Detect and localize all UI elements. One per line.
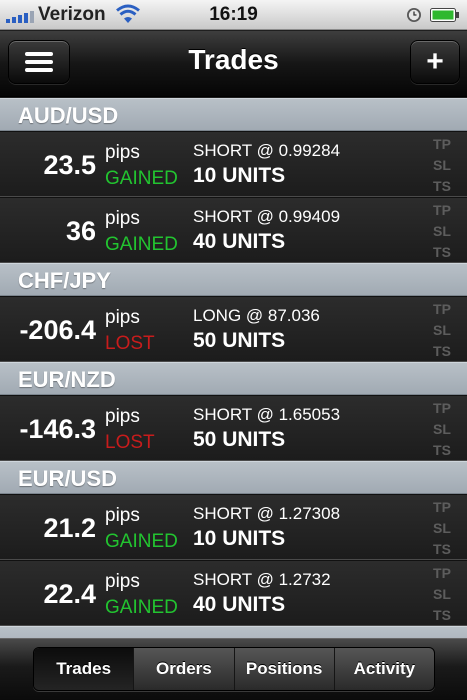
trade-units: 10 UNITS bbox=[193, 527, 286, 550]
trade-row[interactable]: 23.5 pips GAINED SHORT @ 0.99284 10 UNIT… bbox=[0, 131, 467, 197]
result-status: GAINED bbox=[105, 597, 178, 618]
pips-label: pips bbox=[105, 142, 140, 163]
result-status: GAINED bbox=[105, 168, 178, 189]
pips-value: -146.3 bbox=[19, 414, 96, 444]
trade-row[interactable]: 36 pips GAINED SHORT @ 0.99409 40 UNITS … bbox=[0, 197, 467, 263]
stop-loss-label: SL bbox=[433, 322, 451, 338]
stop-loss-label: SL bbox=[433, 520, 451, 536]
trade-row[interactable]: -206.4 pips LOST LONG @ 87.036 50 UNITS … bbox=[0, 296, 467, 362]
pips-value: -206.4 bbox=[19, 315, 96, 345]
tp-sl-ts-indicators: TP SL TS bbox=[430, 497, 454, 560]
trades-list[interactable]: AUD/USD 23.5 pips GAINED SHORT @ 0.99284… bbox=[0, 98, 467, 638]
order-price: LONG @ 87.036 bbox=[193, 306, 320, 325]
battery-icon bbox=[430, 8, 459, 22]
order-price: SHORT @ 0.99409 bbox=[193, 207, 341, 226]
tp-sl-ts-indicators: TP SL TS bbox=[430, 134, 454, 197]
trade-row[interactable]: 21.2 pips GAINED SHORT @ 1.27308 10 UNIT… bbox=[0, 494, 467, 560]
trailing-stop-label: TS bbox=[433, 343, 451, 359]
segmented-control: Trades Orders Positions Activity bbox=[33, 647, 435, 691]
pips-value: 22.4 bbox=[43, 579, 96, 609]
pips-value: 21.2 bbox=[43, 513, 96, 543]
plus-icon: + bbox=[426, 45, 444, 78]
stop-loss-label: SL bbox=[433, 157, 451, 173]
tab-trades[interactable]: Trades bbox=[34, 648, 134, 690]
section-header-chf-jpy: CHF/JPY bbox=[0, 263, 467, 296]
trade-row[interactable]: -146.3 pips LOST SHORT @ 1.65053 50 UNIT… bbox=[0, 395, 467, 461]
trade-row[interactable]: 22.4 pips GAINED SHORT @ 1.2732 40 UNITS… bbox=[0, 560, 467, 626]
result-status: GAINED bbox=[105, 531, 178, 552]
nav-bar: Trades + bbox=[0, 31, 467, 97]
tab-activity[interactable]: Activity bbox=[333, 648, 434, 690]
pips-value: 23.5 bbox=[43, 150, 96, 180]
take-profit-label: TP bbox=[433, 400, 451, 416]
pips-value: 36 bbox=[65, 216, 96, 246]
take-profit-label: TP bbox=[433, 301, 451, 317]
section-header-eur-usd: EUR/USD bbox=[0, 461, 467, 494]
tab-positions[interactable]: Positions bbox=[233, 648, 334, 690]
trade-units: 40 UNITS bbox=[193, 230, 286, 253]
trailing-stop-label: TS bbox=[433, 244, 451, 260]
result-status: GAINED bbox=[105, 234, 178, 255]
order-price: SHORT @ 1.2732 bbox=[193, 570, 331, 589]
trailing-stop-label: TS bbox=[433, 541, 451, 557]
stop-loss-label: SL bbox=[433, 223, 451, 239]
pips-label: pips bbox=[105, 571, 140, 592]
add-trade-button[interactable]: + bbox=[410, 40, 460, 84]
page-title: Trades bbox=[188, 44, 279, 75]
tab-orders[interactable]: Orders bbox=[133, 648, 233, 690]
pips-label: pips bbox=[105, 505, 140, 526]
trade-units: 50 UNITS bbox=[193, 428, 286, 451]
take-profit-label: TP bbox=[433, 202, 451, 218]
pips-label: pips bbox=[105, 307, 140, 328]
status-bar: Verizon 16:19 bbox=[0, 0, 467, 30]
order-price: SHORT @ 0.99284 bbox=[193, 141, 341, 160]
result-status: LOST bbox=[105, 432, 155, 453]
status-time: 16:19 bbox=[209, 4, 258, 25]
result-status: LOST bbox=[105, 333, 155, 354]
trailing-stop-label: TS bbox=[433, 607, 451, 623]
section-header-partial bbox=[0, 626, 467, 638]
take-profit-label: TP bbox=[433, 136, 451, 152]
alarm-clock-icon bbox=[407, 8, 421, 22]
stop-loss-label: SL bbox=[433, 586, 451, 602]
order-price: SHORT @ 1.65053 bbox=[193, 405, 341, 424]
trailing-stop-label: TS bbox=[433, 178, 451, 194]
stop-loss-label: SL bbox=[433, 421, 451, 437]
section-header-aud-usd: AUD/USD bbox=[0, 98, 467, 131]
tp-sl-ts-indicators: TP SL TS bbox=[430, 299, 454, 362]
take-profit-label: TP bbox=[433, 499, 451, 515]
order-price: SHORT @ 1.27308 bbox=[193, 504, 341, 523]
tab-bar: Trades Orders Positions Activity bbox=[0, 638, 467, 700]
trade-units: 10 UNITS bbox=[193, 164, 286, 187]
pips-label: pips bbox=[105, 406, 140, 427]
section-header-eur-nzd: EUR/NZD bbox=[0, 362, 467, 395]
tp-sl-ts-indicators: TP SL TS bbox=[430, 200, 454, 263]
pips-label: pips bbox=[105, 208, 140, 229]
trade-units: 40 UNITS bbox=[193, 593, 286, 616]
tp-sl-ts-indicators: TP SL TS bbox=[430, 563, 454, 626]
trailing-stop-label: TS bbox=[433, 442, 451, 458]
tp-sl-ts-indicators: TP SL TS bbox=[430, 398, 454, 461]
take-profit-label: TP bbox=[433, 565, 451, 581]
trade-units: 50 UNITS bbox=[193, 329, 286, 352]
